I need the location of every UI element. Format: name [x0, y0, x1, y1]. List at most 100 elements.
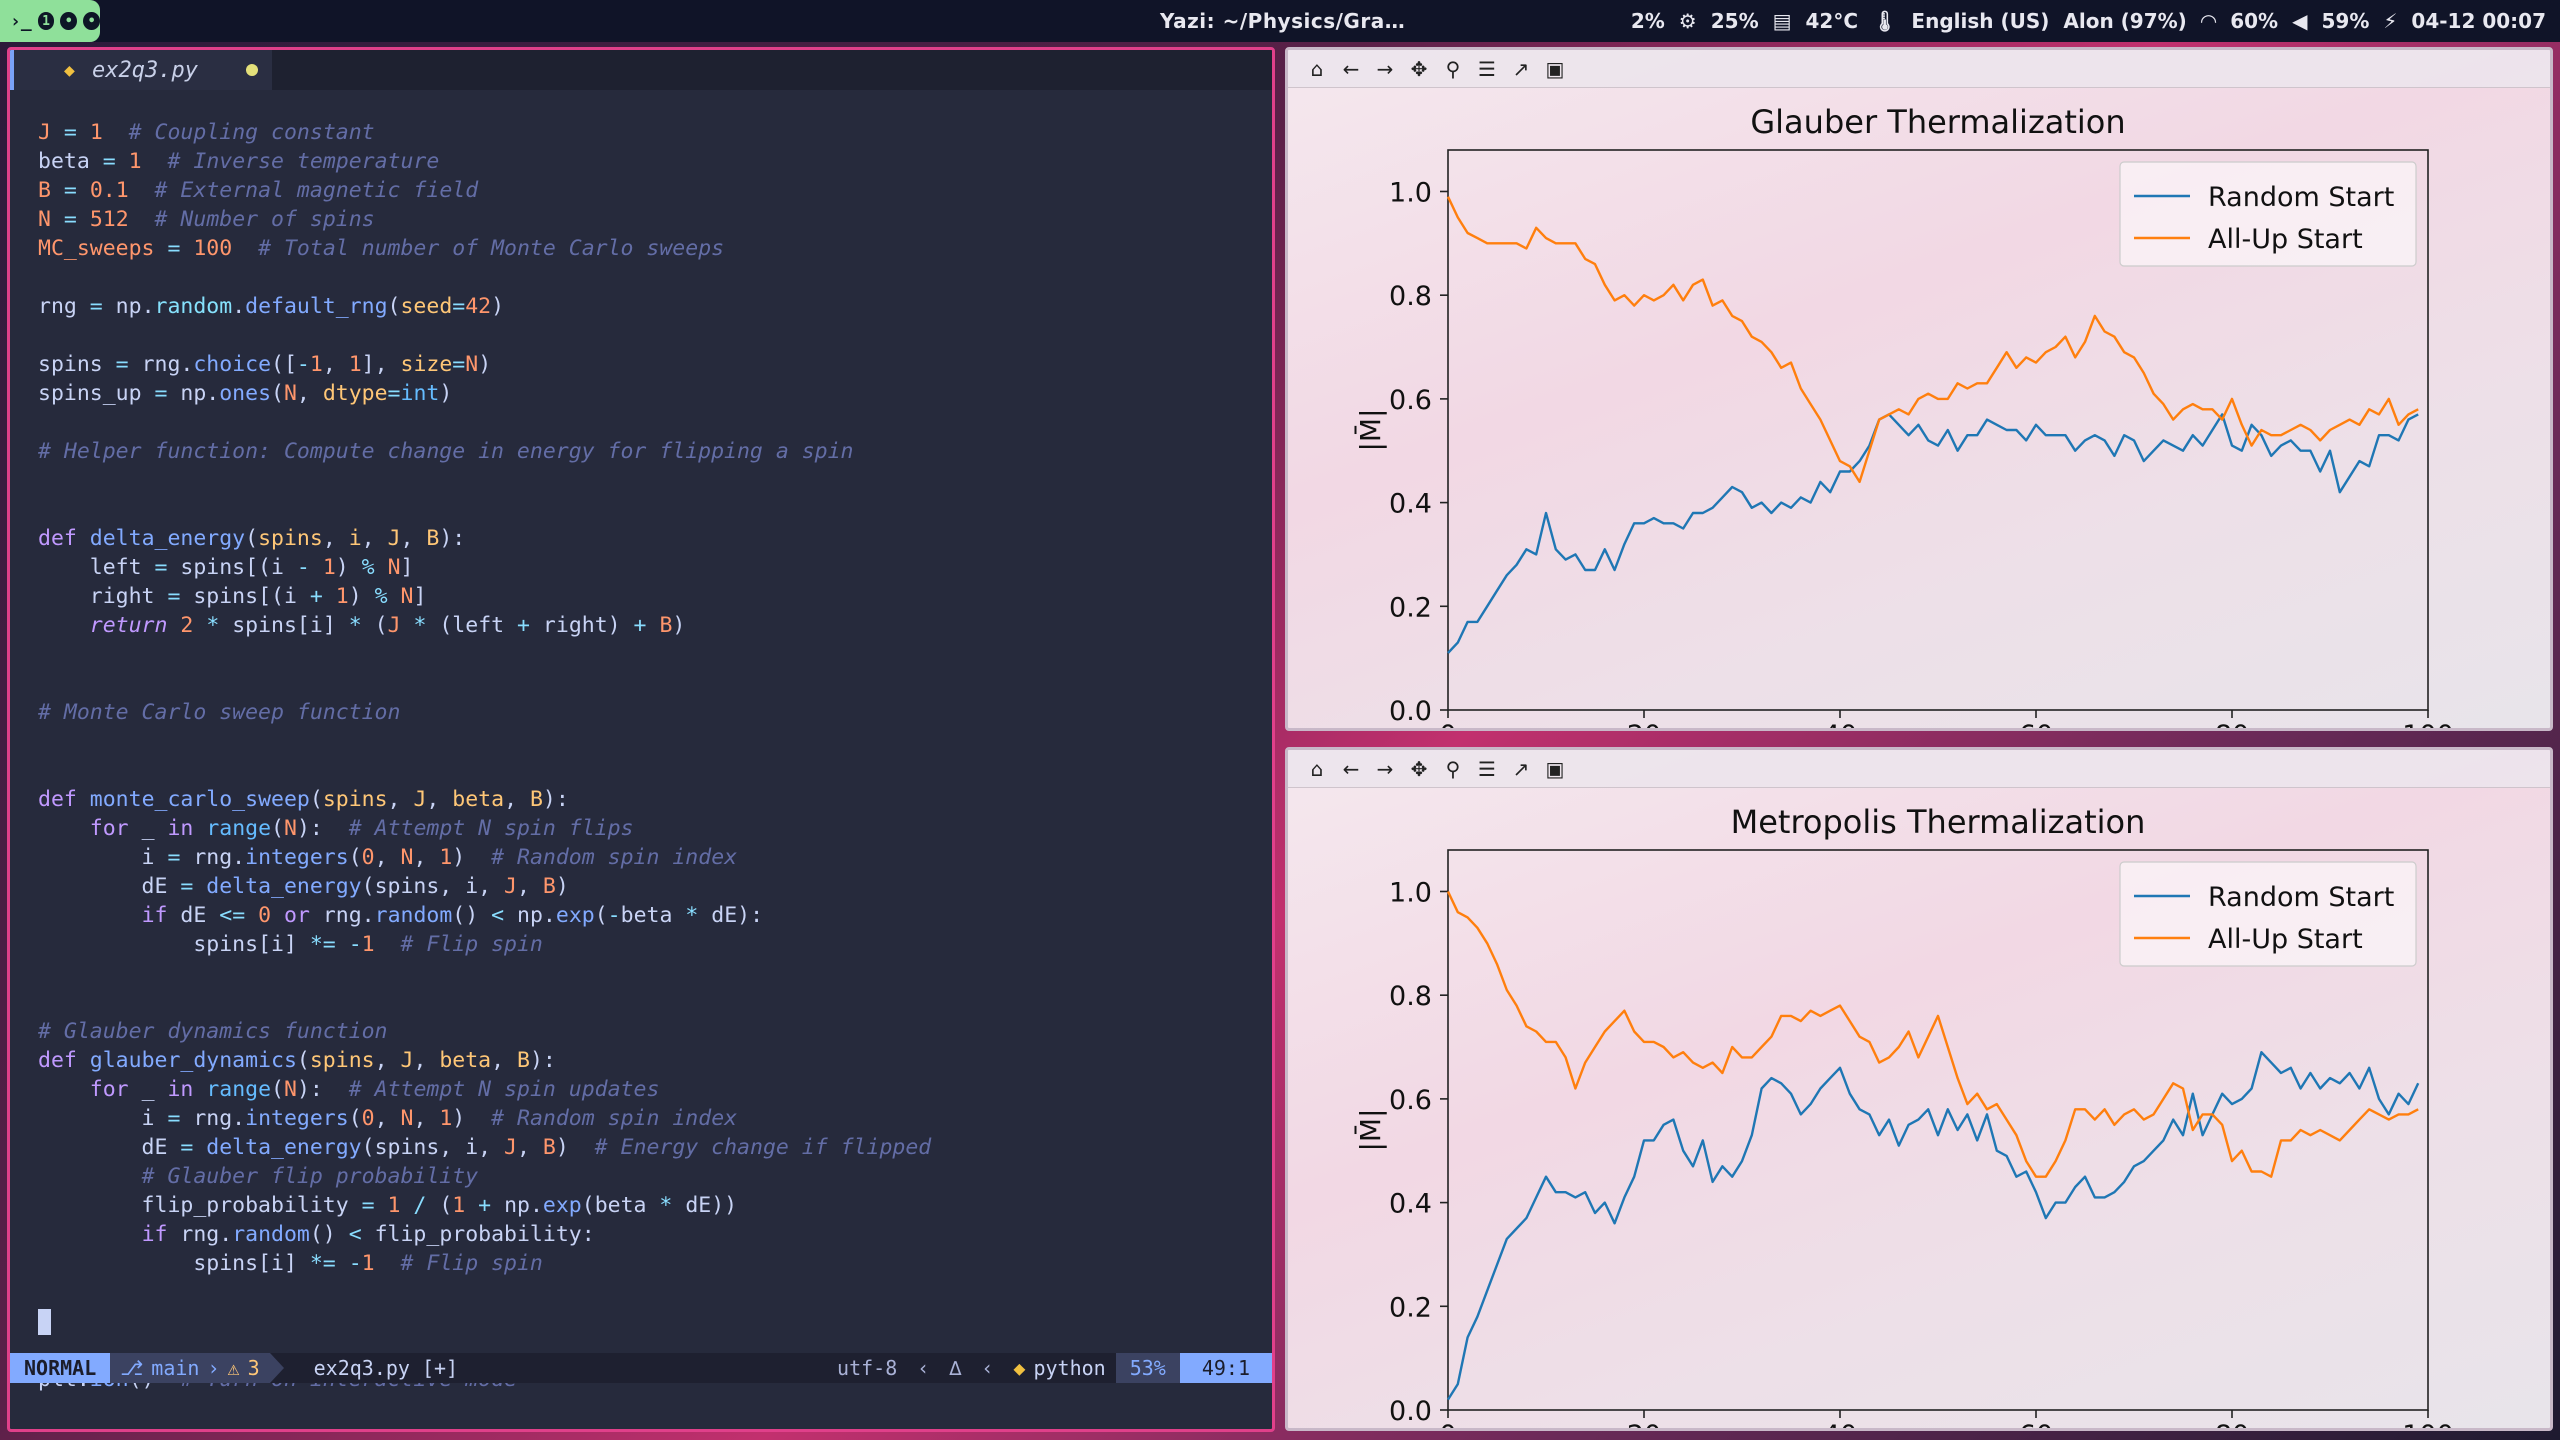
code-line[interactable]: for _ in range(N): # Attempt N spin flip…	[38, 814, 1272, 843]
code-line[interactable]: def delta_energy(spins, i, J, B):	[38, 524, 1272, 553]
code-line[interactable]	[38, 408, 1272, 437]
workspace-badge[interactable]: ›_ 1 • •	[0, 0, 100, 42]
code-line[interactable]: J = 1 # Coupling constant	[38, 118, 1272, 147]
edit-axis-icon[interactable]: ↗	[1510, 757, 1532, 781]
y-tick-label: 0.4	[1389, 489, 1432, 520]
forward-arrow-icon[interactable]: →	[1374, 757, 1396, 781]
plot-canvas[interactable]: Glauber Thermalization 0 20 40 60 80 100 0.0 0.2…	[1288, 88, 2550, 728]
code-line[interactable]	[38, 669, 1272, 698]
code-line[interactable]	[38, 321, 1272, 350]
code-area[interactable]: J = 1 # Coupling constant beta = 1 # Inve…	[10, 118, 1272, 1408]
code-line[interactable]	[38, 756, 1272, 785]
home-icon[interactable]: ⌂	[1306, 757, 1328, 781]
cpu-icon: ⚙	[1678, 9, 1697, 33]
code-line[interactable]: # Glauber dynamics function	[38, 1017, 1272, 1046]
battery-plug-icon: ⚡	[2383, 9, 2398, 33]
plot-toolbar: ⌂ ← → ✥ ⚲ ☰ ↗ ▣	[1288, 50, 2550, 88]
statusline: NORMAL ⎇ main › ⚠ 3 ex2q3.py [+] utf-8 ‹…	[10, 1353, 1272, 1383]
x-tick-label: 80	[2215, 1420, 2249, 1428]
code-line[interactable]: spins[i] *= -1 # Flip spin	[38, 930, 1272, 959]
code-line[interactable]: beta = 1 # Inverse temperature	[38, 147, 1272, 176]
code-line[interactable]: left = spins[(i - 1) % N]	[38, 553, 1272, 582]
home-icon[interactable]: ⌂	[1306, 57, 1328, 81]
code-line[interactable]: N = 512 # Number of spins	[38, 205, 1272, 234]
x-tick-label: 0	[1439, 1420, 1456, 1428]
save-icon[interactable]: ▣	[1544, 57, 1566, 81]
separator-icon: ›	[207, 1356, 220, 1380]
buffer-tab-name: ex2q3.py	[92, 57, 198, 83]
x-tick-label: 40	[1823, 720, 1857, 728]
neovim-editor-window[interactable]: ◆ ex2q3.py J = 1 # Coupling constant beta…	[7, 47, 1275, 1432]
buffer-tab[interactable]: ◆ ex2q3.py	[10, 50, 272, 90]
code-line[interactable]: B = 0.1 # External magnetic field	[38, 176, 1272, 205]
git-branch-name: main	[151, 1356, 200, 1380]
code-line[interactable]	[38, 727, 1272, 756]
code-line[interactable]	[38, 495, 1272, 524]
matplotlib-window-metropolis[interactable]: ⌂ ← → ✥ ⚲ ☰ ↗ ▣ Metropolis Thermalizatio…	[1285, 747, 2553, 1431]
code-line[interactable]	[38, 263, 1272, 292]
legend-label: Random Start	[2208, 182, 2394, 213]
code-line[interactable]: MC_sweeps = 100 # Total number of Monte …	[38, 234, 1272, 263]
zoom-icon[interactable]: ⚲	[1442, 57, 1464, 81]
back-arrow-icon[interactable]: ←	[1340, 57, 1362, 81]
modified-dot-icon	[246, 64, 258, 76]
pan-icon[interactable]: ✥	[1408, 757, 1430, 781]
keyboard-layout[interactable]: English (US)	[1911, 9, 2049, 33]
code-line[interactable]: spins_up = np.ones(N, dtype=int)	[38, 379, 1272, 408]
forward-arrow-icon[interactable]: →	[1374, 57, 1396, 81]
chevron-left-icon: ‹	[981, 1356, 994, 1380]
code-line[interactable]: # Glauber flip probability	[38, 1162, 1272, 1191]
x-tick-label: 100	[2402, 1420, 2454, 1428]
code-line[interactable]: def monte_carlo_sweep(spins, J, beta, B)…	[38, 785, 1272, 814]
zoom-icon[interactable]: ⚲	[1442, 757, 1464, 781]
volume-icon[interactable]: ◀	[2292, 9, 2307, 33]
code-line[interactable]: if dE <= 0 or rng.random() < np.exp(-bet…	[38, 901, 1272, 930]
code-line[interactable]: spins[i] *= -1 # Flip spin	[38, 1249, 1272, 1278]
warning-count: 3	[247, 1356, 260, 1380]
back-arrow-icon[interactable]: ←	[1340, 757, 1362, 781]
statusline-right: utf-8 ‹ ∆ ‹ ◆ python 53% 49:1	[827, 1353, 1272, 1383]
cursor-position: 49:1	[1179, 1353, 1272, 1383]
code-line[interactable]	[38, 466, 1272, 495]
tabline: ◆ ex2q3.py	[10, 50, 1272, 90]
code-line[interactable]: dE = delta_energy(spins, i, J, B) # Ener…	[38, 1133, 1272, 1162]
code-line[interactable]: for _ in range(N): # Attempt N spin upda…	[38, 1075, 1272, 1104]
wifi-icon[interactable]: ◠	[2201, 9, 2216, 33]
y-tick-label: 0.6	[1389, 1085, 1432, 1116]
file-status: ex2q3.py [+]	[313, 1356, 459, 1380]
code-line[interactable]: dE = delta_energy(spins, i, J, B)	[38, 872, 1272, 901]
code-line[interactable]	[38, 988, 1272, 1017]
y-tick-label: 0.4	[1389, 1189, 1432, 1220]
filetype: ◆ python	[1003, 1356, 1115, 1380]
warning-icon: ⚠	[227, 1356, 240, 1380]
x-tick-label: 20	[1627, 1420, 1661, 1428]
configure-subplots-icon[interactable]: ☰	[1476, 57, 1498, 81]
code-line[interactable]: if rng.random() < flip_probability:	[38, 1220, 1272, 1249]
edit-axis-icon[interactable]: ↗	[1510, 57, 1532, 81]
code-line[interactable]: rng = np.random.default_rng(seed=42)	[38, 292, 1272, 321]
code-line[interactable]: # Helper function: Compute change in ene…	[38, 437, 1272, 466]
code-line[interactable]: return 2 * spins[i] * (J * (left + right…	[38, 611, 1272, 640]
code-line[interactable]	[38, 640, 1272, 669]
code-line[interactable]	[38, 1278, 1272, 1307]
code-line[interactable]: right = spins[(i + 1) % N]	[38, 582, 1272, 611]
y-tick-label: 0.8	[1389, 981, 1432, 1012]
code-line[interactable]: i = rng.integers(0, N, 1) # Random spin …	[38, 1104, 1272, 1133]
bluetooth-device[interactable]: Alon (97%)	[2063, 9, 2186, 33]
code-line[interactable]: flip_probability = 1 / (1 + np.exp(beta …	[38, 1191, 1272, 1220]
pan-icon[interactable]: ✥	[1408, 57, 1430, 81]
matplotlib-window-glauber[interactable]: ⌂ ← → ✥ ⚲ ☰ ↗ ▣ Glauber Thermalization 0 2…	[1285, 47, 2553, 731]
code-line[interactable]: def glauber_dynamics(spins, J, beta, B):	[38, 1046, 1272, 1075]
save-icon[interactable]: ▣	[1544, 757, 1566, 781]
code-line[interactable]: i = rng.integers(0, N, 1) # Random spin …	[38, 843, 1272, 872]
x-tick-label: 80	[2215, 720, 2249, 728]
y-tick-label: 1.0	[1389, 877, 1432, 908]
mode-indicator: NORMAL	[10, 1353, 111, 1383]
code-line[interactable]	[38, 1307, 1272, 1336]
code-line[interactable]	[38, 959, 1272, 988]
clock: 04-12 00:07	[2411, 9, 2546, 33]
configure-subplots-icon[interactable]: ☰	[1476, 757, 1498, 781]
code-line[interactable]: # Monte Carlo sweep function	[38, 698, 1272, 727]
plot-canvas[interactable]: Metropolis Thermalization 0 20 40 60 80 100 0.0…	[1288, 788, 2550, 1428]
code-line[interactable]: spins = rng.choice([-1, 1], size=N)	[38, 350, 1272, 379]
